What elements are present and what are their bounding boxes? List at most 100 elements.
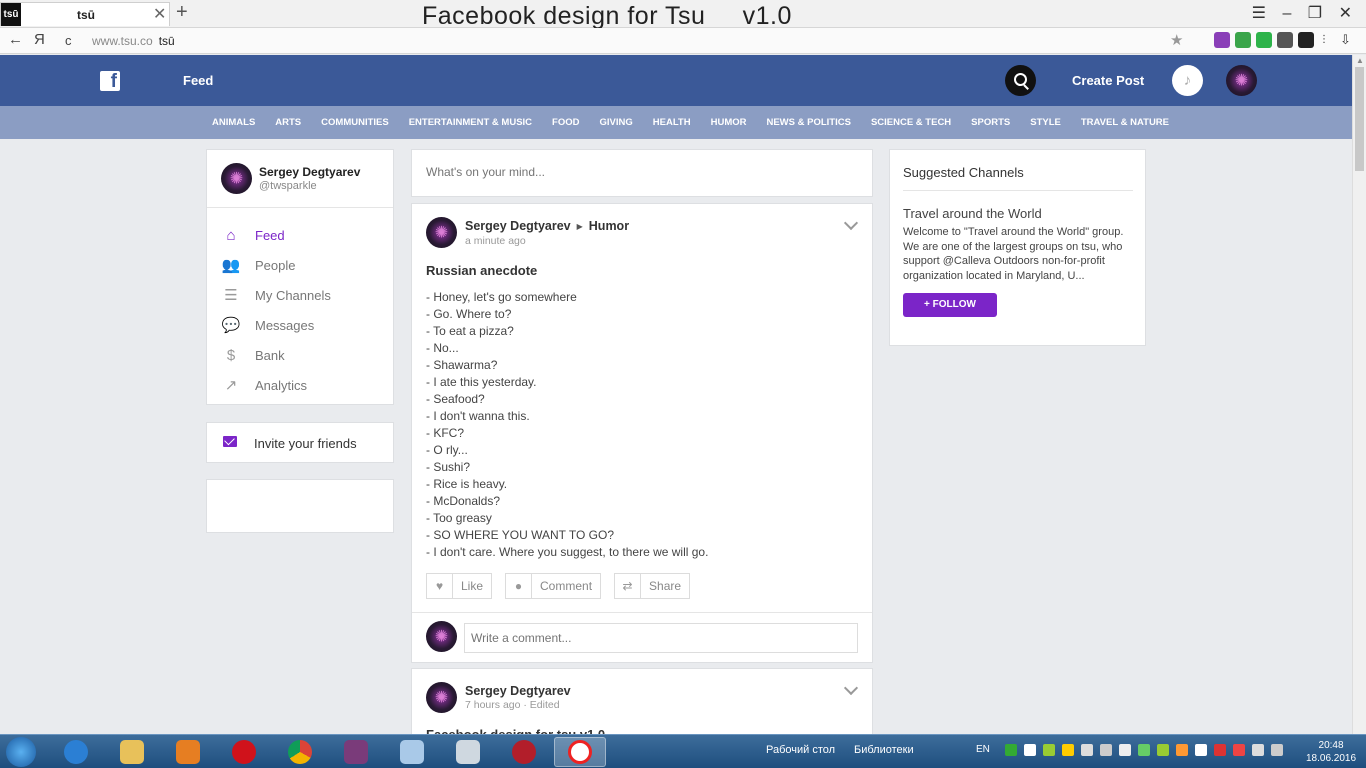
extension-menu-icon[interactable] <box>1298 32 1314 48</box>
category-link[interactable]: ENTERTAINMENT & MUSIC <box>409 117 532 128</box>
volume-icon[interactable] <box>1100 744 1112 756</box>
extension-shield-icon[interactable] <box>1235 32 1251 48</box>
avatar[interactable] <box>426 217 457 248</box>
channel-name[interactable]: Travel around the World <box>903 206 1042 221</box>
back-arrow-icon[interactable]: ← <box>8 31 23 48</box>
post-timestamp[interactable]: 7 hours ago · Edited <box>465 699 560 711</box>
suggested-channels-card: Suggested Channels Travel around the Wor… <box>889 149 1146 346</box>
category-link[interactable]: STYLE <box>1030 117 1061 128</box>
page-scrollbar[interactable]: ▲ <box>1352 55 1366 734</box>
yandex-icon[interactable]: Я <box>34 31 45 48</box>
category-link[interactable]: SCIENCE & TECH <box>871 117 951 128</box>
tray-icon[interactable] <box>1214 744 1226 756</box>
category-link[interactable]: HEALTH <box>653 117 691 128</box>
browser-tab[interactable]: tsū tsū ✕ <box>0 2 170 26</box>
sidebar-item-label: Feed <box>255 227 285 243</box>
post-author[interactable]: Sergey Degtyarev <box>465 684 571 698</box>
scrollbar-thumb[interactable] <box>1355 67 1364 171</box>
system-clock[interactable]: 20:48 18.06.2016 <box>1306 739 1356 765</box>
profile-name[interactable]: Sergey Degtyarev <box>259 165 360 179</box>
avatar[interactable] <box>221 163 252 194</box>
extension-s-icon[interactable] <box>1277 32 1293 48</box>
taskbar-yandex-icon[interactable] <box>554 737 606 767</box>
tray-icon[interactable] <box>1176 744 1188 756</box>
app-header: f Feed Create Post ♪ <box>0 55 1352 106</box>
taskbar-opera-icon[interactable] <box>218 737 270 767</box>
avatar[interactable] <box>1226 65 1257 96</box>
facebook-logo-icon[interactable]: f <box>100 71 120 91</box>
language-indicator[interactable]: EN <box>976 744 990 755</box>
category-link[interactable]: HUMOR <box>711 117 747 128</box>
category-link[interactable]: FOOD <box>552 117 579 128</box>
category-link[interactable]: TRAVEL & NATURE <box>1081 117 1169 128</box>
tray-icon[interactable] <box>1233 744 1245 756</box>
scroll-up-icon[interactable]: ▲ <box>1356 56 1364 65</box>
taskbar-media-icon[interactable] <box>162 737 214 767</box>
category-link[interactable]: COMMUNITIES <box>321 117 389 128</box>
tray-icon[interactable] <box>1195 744 1207 756</box>
category-link[interactable]: GIVING <box>600 117 633 128</box>
url-field[interactable]: www.tsu.co tsū <box>92 34 175 48</box>
network-icon[interactable] <box>1119 744 1131 756</box>
tray-icon[interactable] <box>1005 744 1017 756</box>
chevron-down-icon[interactable] <box>843 215 859 231</box>
taskbar-chrome-icon[interactable] <box>274 737 326 767</box>
tray-icon[interactable] <box>1157 744 1169 756</box>
taskbar-notepad-icon[interactable] <box>386 737 438 767</box>
sidebar-item-label: Bank <box>255 347 285 363</box>
taskbar-app-icon[interactable] <box>498 737 550 767</box>
create-post-button[interactable]: Create Post <box>1072 73 1144 88</box>
close-icon[interactable]: ✕ <box>153 4 166 24</box>
taskbar-explorer-icon[interactable] <box>106 737 158 767</box>
post-author[interactable]: Sergey Degtyarev <box>465 219 571 233</box>
sidebar-item-bank[interactable]: $ Bank <box>221 340 331 370</box>
bookmark-star-icon[interactable]: ★ <box>1170 31 1183 49</box>
download-icon[interactable]: ⇩ <box>1340 32 1356 48</box>
avatar[interactable] <box>426 682 457 713</box>
libraries-toolbar-label[interactable]: Библиотеки <box>854 744 914 756</box>
start-button[interactable] <box>6 737 36 767</box>
more-icon[interactable]: ⋮ <box>1319 32 1335 48</box>
search-icon[interactable] <box>1005 65 1036 96</box>
category-link[interactable]: NEWS & POLITICS <box>766 117 850 128</box>
taskbar-ie-icon[interactable] <box>50 737 102 767</box>
chevron-down-icon[interactable] <box>843 680 859 696</box>
tray-icon[interactable] <box>1081 744 1093 756</box>
sidebar-item-analytics[interactable]: ↗ Analytics <box>221 370 331 400</box>
tray-icon[interactable] <box>1252 744 1264 756</box>
tray-icon[interactable] <box>1062 744 1074 756</box>
share-button[interactable]: ⇄ Share <box>614 573 691 599</box>
reload-icon[interactable]: c <box>65 33 72 48</box>
window-controls[interactable]: ☰ ‒ ❐ ✕ <box>1252 3 1358 23</box>
post-timestamp[interactable]: a minute ago <box>465 235 526 247</box>
sidebar-item-label: People <box>255 257 296 273</box>
desktop-toolbar-label[interactable]: Рабочий стол <box>766 744 835 756</box>
sidebar-item-people[interactable]: 👥 People <box>221 250 331 280</box>
sidebar-item-messages[interactable]: 💬 Messages <box>221 310 331 340</box>
follow-button[interactable]: + FOLLOW <box>903 293 997 317</box>
category-link[interactable]: SPORTS <box>971 117 1010 128</box>
taskbar-device-icon[interactable] <box>442 737 494 767</box>
category-link[interactable]: ANIMALS <box>212 117 255 128</box>
new-tab-button[interactable]: + <box>176 1 188 24</box>
flag-icon[interactable] <box>1271 744 1283 756</box>
sidebar-item-my-channels[interactable]: ☰ My Channels <box>221 280 331 310</box>
bell-icon[interactable]: ♪ <box>1172 65 1203 96</box>
header-feed-link[interactable]: Feed <box>183 73 213 88</box>
tray-icon[interactable] <box>1138 744 1150 756</box>
like-button[interactable]: ♥ Like <box>426 573 493 599</box>
comment-input[interactable] <box>464 623 858 653</box>
post-channel[interactable]: Humor <box>589 219 629 233</box>
sidebar-item-feed[interactable]: ⌂ Feed <box>221 220 331 250</box>
category-link[interactable]: ARTS <box>275 117 301 128</box>
tray-icon[interactable] <box>1043 744 1055 756</box>
clock-date: 18.06.2016 <box>1306 753 1357 764</box>
comment-button[interactable]: ● Comment <box>505 573 602 599</box>
composer-input[interactable] <box>426 165 846 179</box>
extension-pen-icon[interactable] <box>1214 32 1230 48</box>
extension-download-icon[interactable] <box>1256 32 1272 48</box>
invite-friends-card[interactable]: Invite your friends <box>206 422 394 463</box>
post-line: - O rly... <box>426 443 468 457</box>
taskbar-winrar-icon[interactable] <box>330 737 382 767</box>
tray-windows-icon[interactable] <box>1024 744 1036 756</box>
